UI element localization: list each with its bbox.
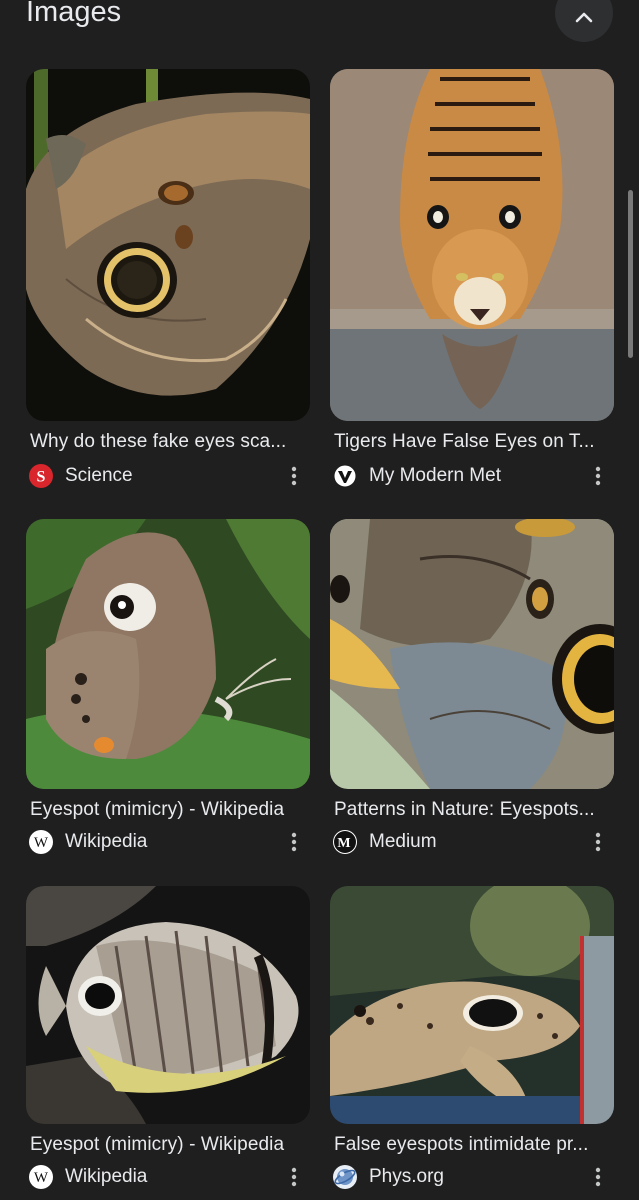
source-name: Wikipedia bbox=[65, 831, 148, 852]
result-thumbnail[interactable] bbox=[26, 519, 310, 789]
tiger-image bbox=[330, 69, 614, 421]
result-title[interactable]: False eyespots intimidate pr... bbox=[334, 1134, 614, 1156]
source-name: Medium bbox=[369, 831, 437, 852]
more-vert-icon bbox=[291, 1167, 297, 1187]
more-vert-icon bbox=[291, 832, 297, 852]
epaulette-shark-image bbox=[330, 886, 614, 1124]
result-title[interactable]: Patterns in Nature: Eyespots... bbox=[334, 799, 614, 821]
result-title[interactable]: Eyespot (mimicry) - Wikipedia bbox=[30, 799, 310, 821]
result-source[interactable]: My Modern Met bbox=[333, 463, 614, 489]
result-source[interactable]: M Medium bbox=[333, 829, 614, 855]
result-source[interactable]: W Wikipedia bbox=[29, 1164, 310, 1190]
collapse-button[interactable] bbox=[555, 0, 613, 42]
owl-butterfly-image bbox=[26, 69, 310, 421]
my-modern-met-logo-icon bbox=[333, 464, 357, 488]
svg-text:M: M bbox=[337, 836, 350, 851]
source-name: My Modern Met bbox=[369, 465, 501, 486]
more-options-button[interactable] bbox=[284, 829, 304, 855]
more-vert-icon bbox=[595, 1167, 601, 1187]
more-vert-icon bbox=[595, 832, 601, 852]
result-title[interactable]: Why do these fake eyes sca... bbox=[30, 431, 310, 453]
images-section-header: Images bbox=[0, 0, 639, 46]
scrollbar[interactable] bbox=[628, 190, 633, 358]
images-results-page: Images Why do these fake eyes sca... S S… bbox=[0, 0, 639, 1200]
result-thumbnail[interactable] bbox=[26, 69, 310, 421]
wikipedia-logo-icon: W bbox=[29, 1165, 53, 1189]
result-title[interactable]: Eyespot (mimicry) - Wikipedia bbox=[30, 1134, 310, 1156]
section-title: Images bbox=[26, 0, 122, 28]
more-options-button[interactable] bbox=[284, 463, 304, 489]
svg-text:W: W bbox=[34, 1170, 49, 1186]
source-name: Wikipedia bbox=[65, 1166, 148, 1187]
science-logo-icon: S bbox=[29, 464, 53, 488]
more-options-button[interactable] bbox=[284, 1164, 304, 1190]
result-thumbnail[interactable] bbox=[330, 519, 614, 789]
more-vert-icon bbox=[595, 466, 601, 486]
result-source[interactable]: S Science bbox=[29, 463, 310, 489]
wing-eyespot-image bbox=[330, 519, 614, 789]
source-name: Science bbox=[65, 465, 133, 486]
medium-logo-icon: M bbox=[333, 830, 357, 854]
brown-butterfly-image bbox=[26, 519, 310, 789]
more-options-button[interactable] bbox=[588, 463, 608, 489]
result-source[interactable]: W Wikipedia bbox=[29, 829, 310, 855]
source-name: Phys.org bbox=[369, 1166, 444, 1187]
more-vert-icon bbox=[291, 466, 297, 486]
chevron-up-icon bbox=[575, 12, 593, 23]
result-source[interactable]: Phys.org bbox=[333, 1164, 614, 1190]
more-options-button[interactable] bbox=[588, 1164, 608, 1190]
wikipedia-logo-icon: W bbox=[29, 830, 53, 854]
result-title[interactable]: Tigers Have False Eyes on T... bbox=[334, 431, 614, 453]
result-thumbnail[interactable] bbox=[330, 886, 614, 1124]
svg-text:S: S bbox=[37, 469, 46, 486]
phys-org-logo-icon bbox=[333, 1165, 357, 1189]
result-thumbnail[interactable] bbox=[26, 886, 310, 1124]
more-options-button[interactable] bbox=[588, 829, 608, 855]
butterflyfish-image bbox=[26, 886, 310, 1124]
result-thumbnail[interactable] bbox=[330, 69, 614, 421]
svg-text:W: W bbox=[34, 835, 49, 851]
